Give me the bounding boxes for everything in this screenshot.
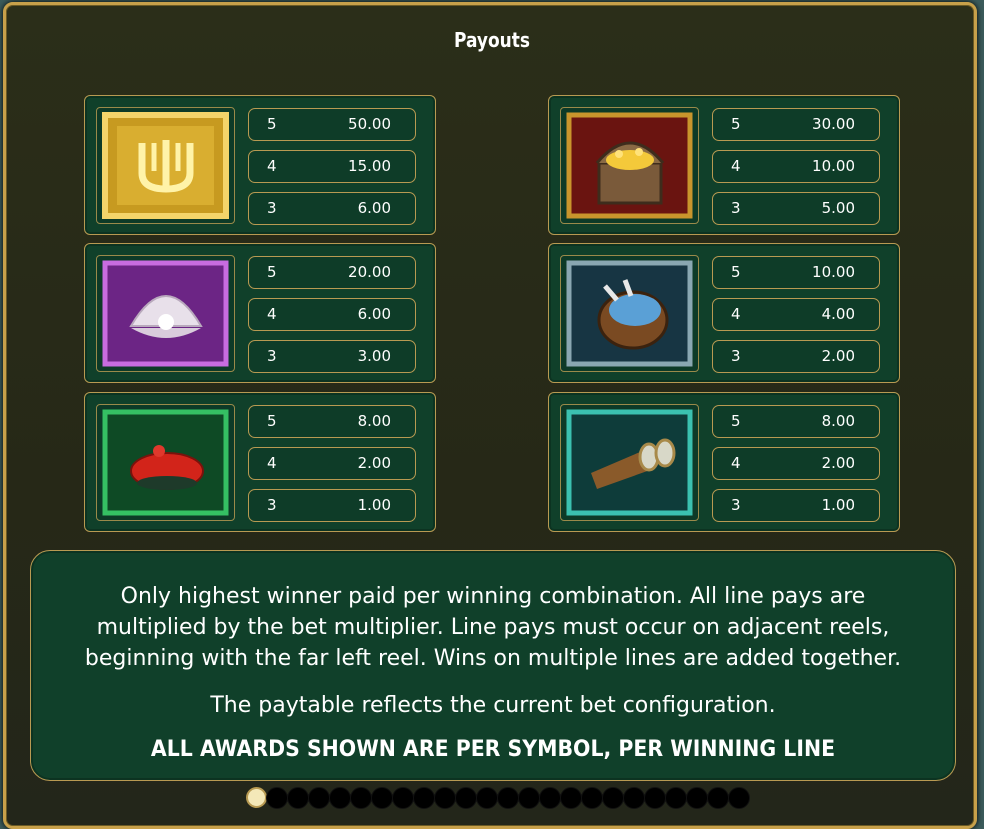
- page-dot[interactable]: [476, 787, 498, 809]
- payout-row: 5 10.00: [712, 256, 880, 289]
- payout-row: 4 2.00: [712, 447, 880, 480]
- page-dot[interactable]: [392, 787, 414, 809]
- payout-row: 3 3.00: [248, 340, 416, 373]
- treasure-chest-icon: [560, 107, 699, 224]
- rules-paragraph: Only highest winner paid per winning com…: [31, 581, 955, 674]
- page-dot[interactable]: [623, 787, 645, 809]
- payout-row: 5 8.00: [248, 405, 416, 438]
- rules-line: Only highest winner paid per winning com…: [120, 584, 866, 609]
- rules-info-panel: Only highest winner paid per winning com…: [30, 550, 956, 781]
- page-title: Payouts: [453, 28, 531, 52]
- page-dot[interactable]: [371, 787, 393, 809]
- rules-line: beginning with the far left reel. Wins o…: [84, 646, 902, 671]
- page-dot[interactable]: [707, 787, 729, 809]
- page-dot[interactable]: [266, 787, 288, 809]
- trident-symbol-icon: [96, 107, 235, 224]
- page-dot[interactable]: [308, 787, 330, 809]
- awards-notice: ALL AWARDS SHOWN ARE PER SYMBOL, PER WIN…: [150, 737, 836, 762]
- payout-row: 5 20.00: [248, 256, 416, 289]
- pearl-shell-icon: [96, 255, 235, 372]
- symbol-panel-trident: 5 50.00 4 15.00 3 6.00: [84, 95, 436, 235]
- page-dot[interactable]: [539, 787, 561, 809]
- page-dot[interactable]: [581, 787, 603, 809]
- page-dot[interactable]: [287, 787, 309, 809]
- page-dot[interactable]: [350, 787, 372, 809]
- page-dot[interactable]: [413, 787, 435, 809]
- payout-row: 4 15.00: [248, 150, 416, 183]
- bagpipe-icon: [560, 255, 699, 372]
- payout-row: 4 2.00: [248, 447, 416, 480]
- page-dot[interactable]: [455, 787, 477, 809]
- page-dot[interactable]: [329, 787, 351, 809]
- payout-row: 3 2.00: [712, 340, 880, 373]
- binoculars-icon: [560, 404, 699, 521]
- page-dot[interactable]: [434, 787, 456, 809]
- page-dot[interactable]: [644, 787, 666, 809]
- paytable-note: The paytable reflects the current bet co…: [210, 693, 776, 718]
- payout-row: 3 1.00: [712, 489, 880, 522]
- red-beret-icon: [96, 404, 235, 521]
- page-indicator: [246, 787, 750, 809]
- page-dot[interactable]: [560, 787, 582, 809]
- payout-row: 3 6.00: [248, 192, 416, 225]
- page-dot[interactable]: [728, 787, 750, 809]
- symbol-panel-pearl: 5 20.00 4 6.00 3 3.00: [84, 243, 436, 383]
- page-dot[interactable]: [518, 787, 540, 809]
- payout-row: 5 30.00: [712, 108, 880, 141]
- page-dot[interactable]: [246, 787, 267, 808]
- payout-row: 3 1.00: [248, 489, 416, 522]
- payout-row: 5 8.00: [712, 405, 880, 438]
- symbol-panel-bagpipe: 5 10.00 4 4.00 3 2.00: [548, 243, 900, 383]
- payout-row: 4 6.00: [248, 298, 416, 331]
- rules-line: multiplied by the bet multiplier. Line p…: [96, 615, 890, 640]
- payout-row: 3 5.00: [712, 192, 880, 225]
- symbol-panel-chest: 5 30.00 4 10.00 3 5.00: [548, 95, 900, 235]
- page-dot[interactable]: [686, 787, 708, 809]
- page-dot[interactable]: [497, 787, 519, 809]
- payout-row: 5 50.00: [248, 108, 416, 141]
- symbol-panel-binoculars: 5 8.00 4 2.00 3 1.00: [548, 392, 900, 532]
- payout-row: 4 4.00: [712, 298, 880, 331]
- payout-row: 4 10.00: [712, 150, 880, 183]
- page-dot[interactable]: [602, 787, 624, 809]
- symbol-panel-beret: 5 8.00 4 2.00 3 1.00: [84, 392, 436, 532]
- page-dot[interactable]: [665, 787, 687, 809]
